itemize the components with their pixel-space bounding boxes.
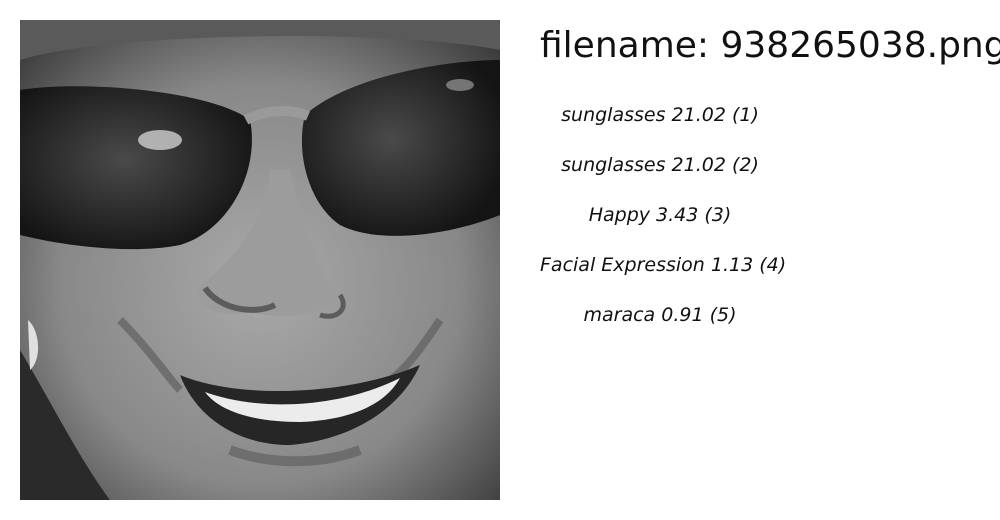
prediction-item: maraca 0.91 (5) <box>583 304 737 326</box>
prediction-item: sunglasses 21.02 (2) <box>561 154 759 176</box>
prediction-item: sunglasses 21.02 (1) <box>561 104 759 126</box>
prediction-item: Happy 3.43 (3) <box>588 204 732 226</box>
face-photo-image <box>20 20 500 500</box>
prediction-list: sunglasses 21.02 (1) sunglasses 21.02 (2… <box>540 100 787 350</box>
filename-title: filename: 938265038.png <box>540 25 1000 66</box>
prediction-item: Facial Expression 1.13 (4) <box>540 254 787 276</box>
face-photo <box>20 20 500 500</box>
